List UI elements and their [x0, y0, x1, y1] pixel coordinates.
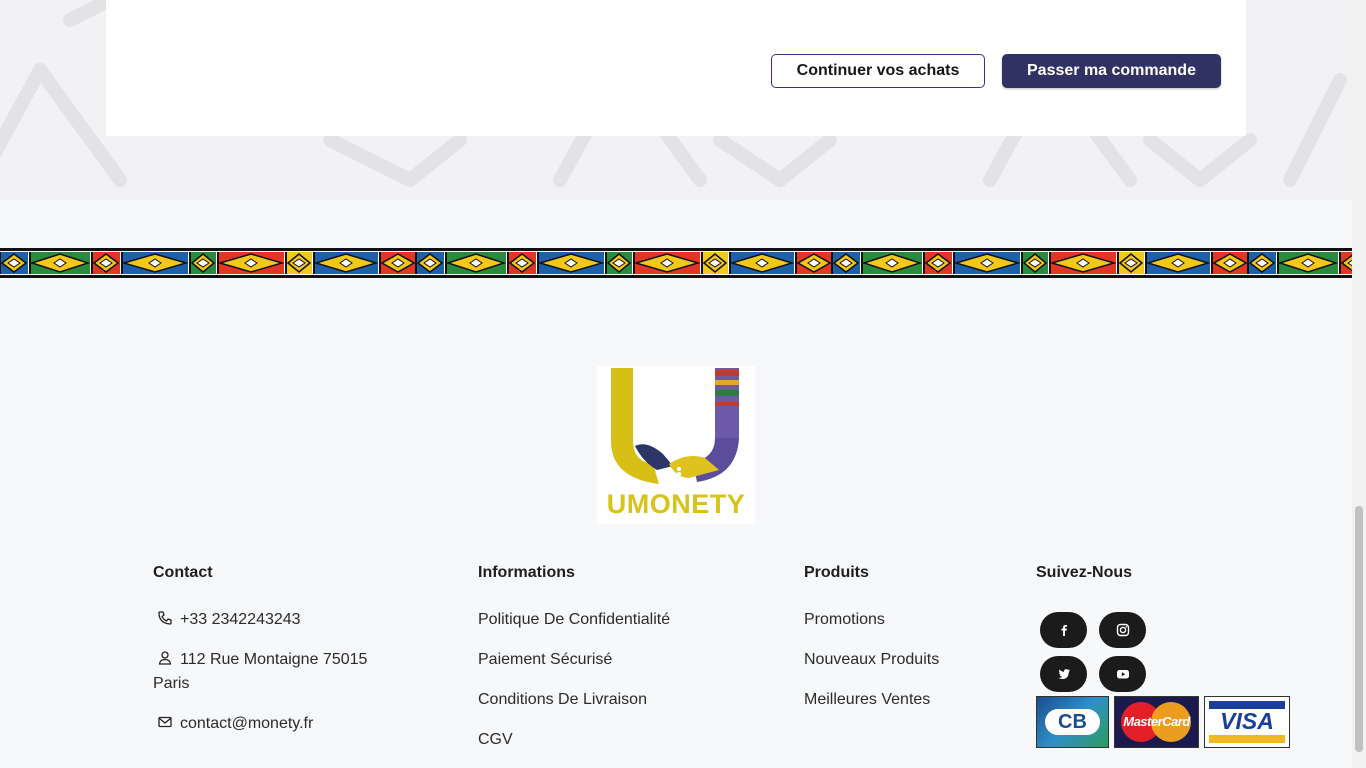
user-location-icon — [158, 651, 172, 665]
phone-icon — [158, 611, 172, 625]
logo-hands-graphic — [611, 368, 739, 484]
instagram-button[interactable] — [1099, 612, 1146, 648]
footer-informations-column: Informations Politique De Confidentialit… — [478, 564, 670, 749]
brand-logo[interactable]: UMONETY — [597, 366, 755, 524]
facebook-icon — [1060, 625, 1067, 636]
cart-summary-card: Continuer vos achats Passer ma commande — [106, 0, 1246, 136]
footer-contact-column: Contact +33 2342243243 112 Rue Montaigne… — [153, 564, 367, 733]
mastercard-logo: MasterCard — [1114, 696, 1199, 748]
contact-email[interactable]: contact@monety.fr — [153, 712, 313, 736]
mastercard-label: MasterCard — [1123, 714, 1190, 729]
scrollbar-thumb[interactable] — [1355, 506, 1363, 752]
link-delivery-conditions[interactable]: Conditions De Livraison — [478, 688, 647, 712]
contact-address-line2: Paris — [153, 675, 190, 692]
link-secure-payment[interactable]: Paiement Sécurisé — [478, 648, 612, 672]
cb-card-logo: CB — [1036, 696, 1109, 748]
link-best-sellers[interactable]: Meilleures Ventes — [804, 688, 930, 712]
page-scrollbar[interactable] — [1352, 0, 1366, 768]
contact-address: 112 Rue Montaigne 75015 — [153, 648, 367, 672]
produits-heading: Produits — [804, 564, 869, 581]
visa-card-logo: VISA — [1204, 696, 1290, 748]
instagram-icon — [1116, 623, 1129, 637]
continue-shopping-button[interactable]: Continuer vos achats — [771, 54, 985, 88]
visa-label: VISA — [1220, 708, 1274, 734]
facebook-button[interactable] — [1040, 612, 1087, 648]
twitter-icon — [1057, 669, 1070, 679]
checkout-button[interactable]: Passer ma commande — [1002, 54, 1221, 88]
logo-text: UMONETY — [606, 489, 746, 519]
mail-icon — [158, 716, 172, 728]
contact-address-line1: 112 Rue Montaigne 75015 — [180, 651, 368, 668]
contact-phone[interactable]: +33 2342243243 — [153, 608, 301, 632]
decorative-band — [0, 248, 1352, 278]
contact-phone-text: +33 2342243243 — [180, 611, 301, 628]
footer-social-column: Suivez-Nous — [1036, 565, 1132, 581]
link-new-products[interactable]: Nouveaux Produits — [804, 648, 939, 672]
link-privacy-policy[interactable]: Politique De Confidentialité — [478, 608, 670, 632]
cb-card-label: CB — [1045, 709, 1100, 735]
link-cgv[interactable]: CGV — [478, 728, 513, 752]
twitter-button[interactable] — [1040, 656, 1087, 692]
youtube-icon — [1116, 670, 1129, 679]
informations-heading: Informations — [478, 564, 575, 581]
contact-heading: Contact — [153, 564, 213, 581]
link-promotions[interactable]: Promotions — [804, 608, 885, 632]
social-heading: Suivez-Nous — [1036, 564, 1133, 581]
footer-produits-column: Produits Promotions Nouveaux Produits Me… — [804, 564, 939, 709]
contact-email-text: contact@monety.fr — [180, 715, 314, 732]
youtube-button[interactable] — [1099, 656, 1146, 692]
